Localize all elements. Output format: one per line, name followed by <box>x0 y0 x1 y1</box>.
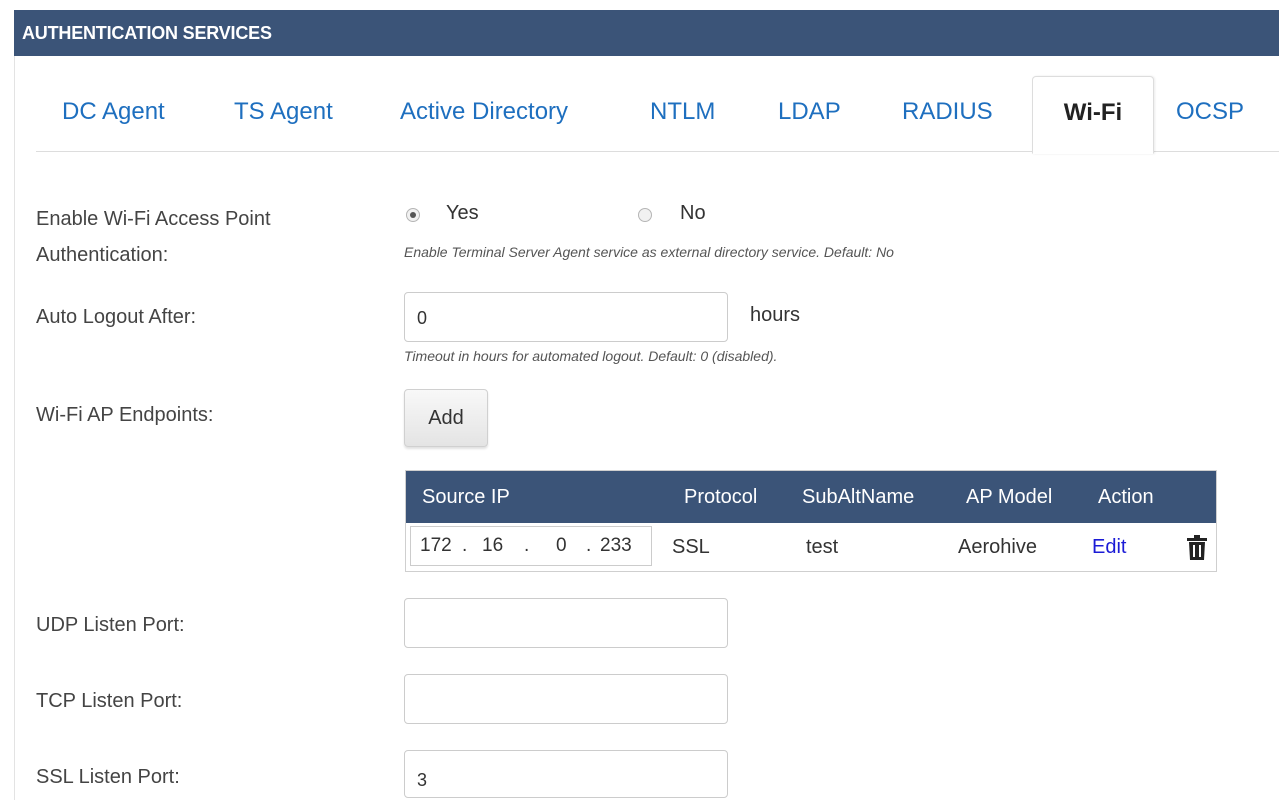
radio-no-label[interactable]: No <box>680 200 706 226</box>
tab-ocsp[interactable]: OCSP <box>1176 76 1244 152</box>
tab-ldap[interactable]: LDAP <box>778 76 841 152</box>
tab-ntlm[interactable]: NTLM <box>650 76 715 152</box>
page: AUTHENTICATION SERVICES DC Agent TS Agen… <box>0 0 1279 800</box>
radio-yes-label[interactable]: Yes <box>446 200 479 226</box>
ip-octet-2[interactable]: 16 <box>482 527 503 565</box>
source-ip-input[interactable]: 172 . 16 . 0 . 233 <box>410 526 652 566</box>
ip-dot: . <box>462 535 468 556</box>
auto-logout-hint: Timeout in hours for automated logout. D… <box>404 348 778 364</box>
panel-border <box>14 56 15 800</box>
ip-dot: . <box>524 535 530 556</box>
col-ap-model: AP Model <box>966 486 1053 508</box>
tab-wifi[interactable]: Wi-Fi <box>1032 76 1154 154</box>
enable-wifi-hint: Enable Terminal Server Agent service as … <box>404 244 894 260</box>
endpoints-table: Source IP Protocol SubAltName AP Model A… <box>405 470 1217 572</box>
tab-active-directory[interactable]: Active Directory <box>400 76 568 152</box>
enable-wifi-label-line1: Enable Wi-Fi Access Point <box>36 208 271 230</box>
ssl-port-label: SSL Listen Port: <box>36 766 180 788</box>
col-protocol: Protocol <box>684 486 758 508</box>
auto-logout-unit: hours <box>750 304 801 326</box>
col-source-ip: Source IP <box>422 486 510 508</box>
endpoints-table-header: Source IP Protocol SubAltName AP Model A… <box>406 471 1216 523</box>
edit-link[interactable]: Edit <box>1092 523 1126 571</box>
row-ap-model: Aerohive <box>958 536 1037 558</box>
ip-dot: . <box>586 535 592 556</box>
ip-octet-4[interactable]: 233 <box>600 527 632 565</box>
udp-port-input[interactable] <box>404 598 728 648</box>
ip-octet-3[interactable]: 0 <box>556 527 567 565</box>
endpoints-label: Wi-Fi AP Endpoints: <box>36 404 214 426</box>
udp-port-label: UDP Listen Port: <box>36 614 185 636</box>
col-subaltname: SubAltName <box>802 486 915 508</box>
ssl-port-input[interactable]: 3 <box>404 750 728 798</box>
col-action: Action <box>1098 486 1154 508</box>
trash-icon[interactable] <box>1186 535 1208 561</box>
section-header: AUTHENTICATION SERVICES <box>14 10 1279 56</box>
auto-logout-input[interactable]: 0 <box>404 292 728 342</box>
enable-wifi-label-line2: Authentication: <box>36 244 169 266</box>
tab-ts-agent[interactable]: TS Agent <box>234 76 333 152</box>
tab-bar: DC Agent TS Agent Active Directory NTLM … <box>36 76 1279 154</box>
radio-no[interactable] <box>638 208 652 222</box>
ip-octet-1[interactable]: 172 <box>420 527 452 565</box>
auto-logout-label: Auto Logout After: <box>36 306 197 328</box>
tcp-port-label: TCP Listen Port: <box>36 690 183 712</box>
row-protocol: SSL <box>672 536 710 558</box>
add-button[interactable]: Add <box>404 389 488 447</box>
tab-dc-agent[interactable]: DC Agent <box>62 76 165 152</box>
radio-yes[interactable] <box>406 208 420 222</box>
tcp-port-input[interactable] <box>404 674 728 724</box>
tab-radius[interactable]: RADIUS <box>902 76 993 152</box>
row-subaltname: test <box>806 536 839 558</box>
